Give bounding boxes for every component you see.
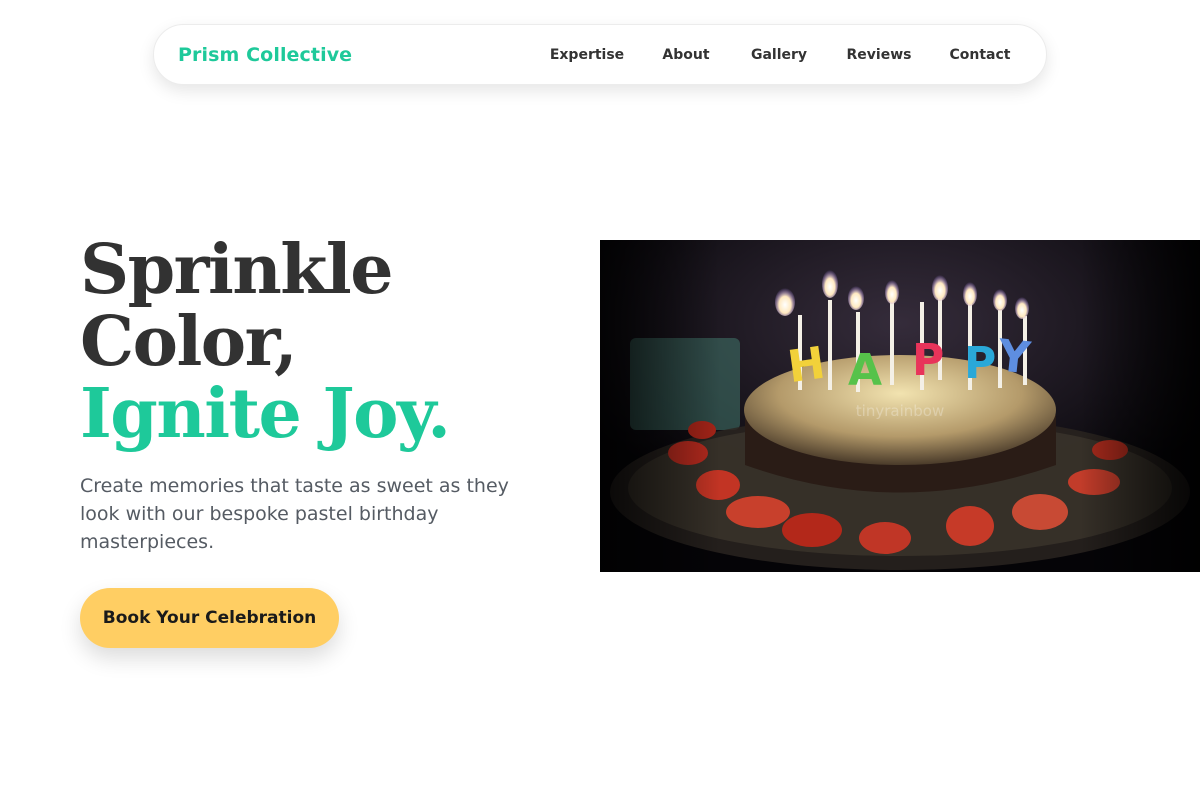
nav-link-expertise[interactable]: Expertise — [550, 47, 624, 63]
hero-title: Sprinkle Color, Ignite Joy. — [80, 234, 550, 450]
nav-link-reviews[interactable]: Reviews — [847, 47, 912, 63]
hero-title-line2: Color, — [80, 302, 298, 382]
hero-title-accent: Ignite Joy. — [80, 374, 451, 454]
book-celebration-button[interactable]: Book Your Celebration — [80, 588, 339, 648]
brand-logo[interactable]: Prism Collective — [178, 44, 352, 66]
nav-link-gallery[interactable]: Gallery — [751, 47, 807, 63]
nav-link-contact[interactable]: Contact — [950, 47, 1011, 63]
hero-title-line1: Sprinkle — [80, 230, 393, 310]
nav-link-about[interactable]: About — [662, 47, 709, 63]
hero-cake-image: H A P P Y tinyrainbow — [600, 240, 1200, 572]
hero-subtitle: Create memories that taste as sweet as t… — [80, 475, 509, 553]
top-navbar: Prism Collective Expertise About Gallery… — [153, 24, 1047, 85]
